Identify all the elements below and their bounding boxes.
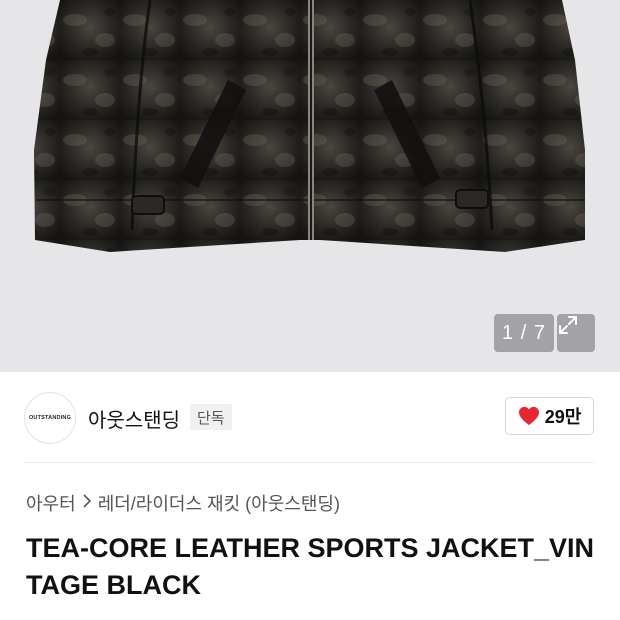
image-counter: 1 / 7 — [494, 314, 554, 352]
chevron-right-icon — [82, 493, 92, 513]
heart-icon — [518, 406, 539, 426]
brand-name[interactable]: 아웃스탠딩 — [88, 404, 180, 433]
divider — [24, 462, 595, 463]
breadcrumb: 아우터 레더/라이더스 재킷 (아웃스탠딩) — [26, 490, 340, 516]
exclusive-badge: 단독 — [190, 404, 232, 430]
brand-logo-text: OUTSTANDING — [28, 415, 72, 421]
like-button[interactable]: 29만 — [505, 397, 594, 435]
product-title: TEA-CORE LEATHER SPORTS JACKET_VINTAGE B… — [26, 533, 595, 600]
expand-button[interactable] — [557, 314, 595, 352]
product-image-gallery[interactable]: 1 / 7 — [0, 0, 620, 372]
breadcrumb-item-outer[interactable]: 아우터 — [26, 490, 76, 516]
expand-icon — [559, 316, 577, 334]
breadcrumb-item-category[interactable]: 레더/라이더스 재킷 (아웃스탠딩) — [98, 490, 340, 516]
like-count: 29만 — [544, 407, 582, 427]
brand-logo[interactable]: OUTSTANDING — [24, 392, 76, 444]
brand-row: OUTSTANDING 아웃스탠딩 단독 29만 — [0, 372, 620, 462]
